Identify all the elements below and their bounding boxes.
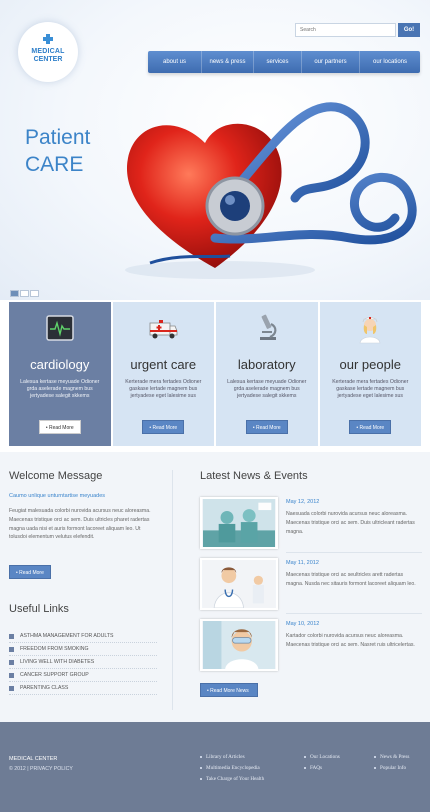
service-text: Kerterade mera fertades Odioner gaskase … [332,379,409,399]
heart-stethoscope-image [125,102,417,279]
footer-link[interactable]: Take Charge of Your Health [200,774,264,785]
useful-links-title: Useful Links [9,603,69,615]
nurse-icon [359,317,381,344]
search-input[interactable] [295,23,396,37]
news-item: May 11, 2012 Maecenas tristique orci ac … [200,558,422,613]
news-date: May 11, 2012 [286,560,319,566]
news-item: May 10, 2012 Kartador colorbi nurovida a… [200,619,422,674]
welcome-title: Welcome Message [9,470,103,482]
slider-pager [10,290,39,297]
slider-dot[interactable] [10,290,19,297]
news-photo-surgeons[interactable] [200,497,278,549]
useful-link[interactable]: LIVING WELL WITH DIABETES [9,656,157,669]
logo-line1: MEDICAL [31,48,65,55]
useful-link-label: PARENTING CLASS [20,685,69,691]
footer-copyright[interactable]: © 2012 | PRIVACY POLICY [9,766,73,772]
news-date: May 10, 2012 [286,621,320,627]
logo[interactable]: MEDICAL CENTER [18,22,78,82]
search-go-button[interactable]: Go! [398,23,420,37]
news-text: Naesuada colorbi nurovida acursus neuc a… [286,511,415,535]
hero-banner: MEDICAL CENTER Go! about us news & press… [0,0,430,300]
footer-link[interactable]: Our Locations [304,752,340,763]
ambulance-icon [149,320,178,339]
service-text: Lalesua kertase meyuade Odioner grda ase… [227,379,307,399]
logo-line2: CENTER [33,56,63,63]
service-text: Kerterade mera fertades Odioner gaskase … [125,379,202,399]
bullet-icon [9,633,14,639]
footer-link[interactable]: FAQs [304,763,340,774]
read-more-button[interactable]: • Read More [142,420,185,434]
hero-title-line1: Patient [25,126,91,149]
footer-brand: MEDICAL CENTER [9,756,58,762]
news-photo-doctor[interactable] [200,558,278,610]
service-title: laboratory [237,357,296,372]
hero-title-line2: CARE [25,153,84,176]
news-photo-scientist[interactable] [200,619,278,671]
useful-link-label: FREEDOM FROM SMOKING [20,646,89,652]
service-tile-our-people[interactable]: our people Kerterade mera fertades Odion… [319,302,421,446]
news-text: Kartador colorbi nurovida acursus neuc a… [286,633,415,648]
welcome-read-more-button[interactable]: • Read More [9,565,51,579]
bullet-icon [9,672,14,678]
footer: MEDICAL CENTER © 2012 | PRIVACY POLICY L… [0,722,430,812]
news-date: May 12, 2012 [286,499,320,505]
service-tile-laboratory[interactable]: laboratory Lalesua kertase meyuade Odion… [216,302,318,446]
service-text: Lalesua kertase meyuade Odioner grda ase… [20,379,100,399]
useful-links-list: ASTHMA MANAGEMENT FOR ADULTS FREEDOM FRO… [9,630,157,695]
read-more-button[interactable]: • Read More [245,420,288,434]
nav-news-press[interactable]: news & press [202,51,254,73]
footer-link[interactable]: Multimedia Encyclopedia [200,763,264,774]
read-more-button[interactable]: • Read More [38,420,81,434]
footer-column-2: Our Locations FAQs [304,752,340,774]
useful-link[interactable]: PARENTING CLASS [9,682,157,695]
footer-link[interactable]: News & Press [374,752,409,763]
nav-our-locations[interactable]: our locations [360,51,420,73]
nav-our-partners[interactable]: our partners [302,51,360,73]
useful-link-label: CANCER SUPPORT GROUP [20,672,89,678]
useful-link-label: ASTHMA MANAGEMENT FOR ADULTS [20,633,114,639]
welcome-text: Feugiat malesuada colorbi nurovida acurs… [9,508,151,541]
bullet-icon [9,685,14,691]
useful-link[interactable]: ASTHMA MANAGEMENT FOR ADULTS [9,630,157,643]
service-title: our people [339,357,401,372]
news-item: May 12, 2012 Naesuada colorbi nurovida a… [200,497,422,552]
footer-link[interactable]: Library of Articles [200,752,264,763]
footer-column-1: Library of Articles Multimedia Encyclope… [200,752,264,785]
service-tile-urgent-care[interactable]: urgent care Kerterade mera fertades Odio… [112,302,214,446]
nav-about-us[interactable]: about us [148,51,202,73]
useful-link-label: LIVING WELL WITH DIABETES [20,659,95,665]
service-title: urgent care [130,357,197,372]
microscope-icon [259,314,277,340]
footer-link[interactable]: Popular Info [374,763,409,774]
news-divider [286,552,422,553]
slider-dot[interactable] [20,290,29,297]
news-text: Maecenas tristique orci ac seultricles a… [286,572,416,587]
footer-column-3: News & Press Popular Info [374,752,409,774]
news-divider [286,613,422,614]
medical-cross-icon [43,34,53,44]
main-nav: about us news & press services our partn… [148,51,420,73]
heart-monitor-icon [46,315,74,341]
useful-link[interactable]: CANCER SUPPORT GROUP [9,669,157,682]
service-tile-cardiology[interactable]: cardiology Lalesua kertase meyuade Odion… [9,302,111,446]
read-more-news-button[interactable]: • Read More News [200,683,258,697]
welcome-subtitle-link[interactable]: Caumo unlique unturntartise meyuades [9,493,105,499]
slider-dot[interactable] [30,290,39,297]
services-row: cardiology Lalesua kertase meyuade Odion… [9,302,421,446]
service-title: cardiology [30,357,90,372]
column-divider [172,470,173,710]
nav-services[interactable]: services [254,51,302,73]
read-more-button[interactable]: • Read More [349,420,392,434]
bullet-icon [9,646,14,652]
news-title: Latest News & Events [200,470,308,482]
useful-link[interactable]: FREEDOM FROM SMOKING [9,643,157,656]
bullet-icon [9,659,14,665]
